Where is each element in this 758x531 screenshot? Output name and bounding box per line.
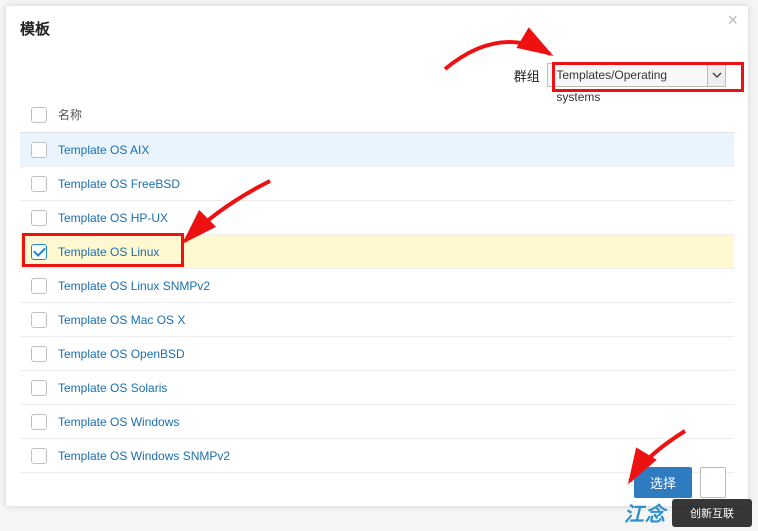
template-link[interactable]: Template OS AIX bbox=[58, 143, 149, 157]
template-link[interactable]: Template OS Linux bbox=[58, 245, 159, 259]
row-checkbox[interactable] bbox=[31, 142, 47, 158]
close-icon[interactable]: × bbox=[727, 10, 738, 31]
row-checkbox[interactable] bbox=[31, 414, 47, 430]
template-link[interactable]: Template OS FreeBSD bbox=[58, 177, 180, 191]
select-all-checkbox[interactable] bbox=[31, 107, 47, 123]
row-checkbox[interactable] bbox=[31, 244, 47, 260]
template-link[interactable]: Template OS Mac OS X bbox=[58, 313, 185, 327]
template-link[interactable]: Template OS HP-UX bbox=[58, 211, 168, 225]
row-checkbox[interactable] bbox=[31, 380, 47, 396]
template-modal: × 模板 群组 Templates/Operating systems 名称 T… bbox=[6, 6, 748, 506]
group-filter-row: 群组 Templates/Operating systems bbox=[6, 45, 748, 97]
template-link[interactable]: Template OS Solaris bbox=[58, 381, 167, 395]
template-link[interactable]: Template OS Linux SNMPv2 bbox=[58, 279, 210, 293]
table-row[interactable]: Template OS Linux SNMPv2 bbox=[20, 269, 734, 303]
row-checkbox[interactable] bbox=[31, 210, 47, 226]
row-checkbox[interactable] bbox=[31, 176, 47, 192]
column-name-header: 名称 bbox=[58, 106, 82, 123]
row-checkbox[interactable] bbox=[31, 346, 47, 362]
table-row[interactable]: Template OS FreeBSD bbox=[20, 167, 734, 201]
row-checkbox[interactable] bbox=[31, 278, 47, 294]
templates-table: 名称 Template OS AIX Template OS FreeBSD Tem… bbox=[6, 97, 748, 473]
table-row[interactable]: Template OS Linux bbox=[20, 235, 734, 269]
table-row[interactable]: Template OS Windows SNMPv2 bbox=[20, 439, 734, 473]
template-link[interactable]: Template OS OpenBSD bbox=[58, 347, 185, 361]
group-select-value: Templates/Operating systems bbox=[548, 64, 703, 108]
cancel-button[interactable] bbox=[700, 467, 726, 498]
table-row[interactable]: Template OS Mac OS X bbox=[20, 303, 734, 337]
template-link[interactable]: Template OS Windows bbox=[58, 415, 179, 429]
modal-footer: 选择 bbox=[634, 467, 726, 498]
table-row[interactable]: Template OS AIX bbox=[20, 133, 734, 167]
watermark-logo: 创新互联 bbox=[672, 499, 752, 527]
row-checkbox[interactable] bbox=[31, 312, 47, 328]
watermark: 江念 创新互联 bbox=[624, 498, 752, 527]
modal-title: 模板 bbox=[6, 6, 748, 45]
select-button[interactable]: 选择 bbox=[634, 467, 692, 498]
chevron-down-icon[interactable] bbox=[707, 64, 725, 86]
group-label: 群组 bbox=[514, 69, 540, 84]
template-link[interactable]: Template OS Windows SNMPv2 bbox=[58, 449, 230, 463]
group-select[interactable]: Templates/Operating systems bbox=[547, 63, 726, 87]
table-row[interactable]: Template OS OpenBSD bbox=[20, 337, 734, 371]
row-checkbox[interactable] bbox=[31, 448, 47, 464]
table-row[interactable]: Template OS HP-UX bbox=[20, 201, 734, 235]
table-row[interactable]: Template OS Windows bbox=[20, 405, 734, 439]
watermark-text: 江念 bbox=[624, 498, 666, 527]
table-row[interactable]: Template OS Solaris bbox=[20, 371, 734, 405]
